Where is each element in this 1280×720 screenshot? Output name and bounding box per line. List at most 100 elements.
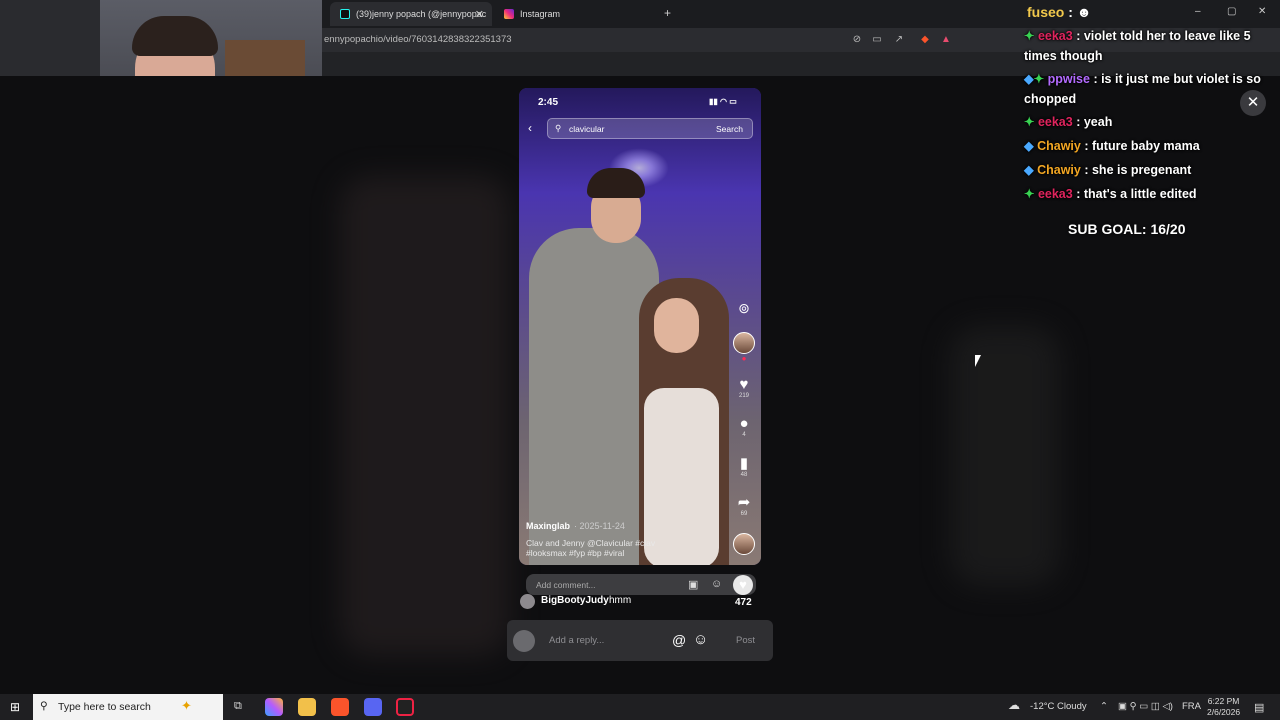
file-explorer-icon[interactable] (298, 698, 316, 716)
clock-date: 2/6/2026 (1207, 707, 1241, 717)
bookmark-icon: ▮ (739, 455, 749, 472)
badge-icon: ✦ (1024, 115, 1038, 129)
image-icon[interactable]: ▣ (688, 578, 698, 591)
chat-user: eeka3 (1037, 115, 1073, 129)
avatar (733, 533, 755, 555)
cast-icon[interactable]: ▭ (870, 33, 884, 47)
clock-time: 6:22 PM (1207, 696, 1240, 706)
chat-text: : yeah (1076, 115, 1113, 129)
taskbar-search-input[interactable]: Type here to search (58, 701, 151, 713)
weather-icon: ☁ (1008, 698, 1020, 712)
clock[interactable]: 6:22 PM 2/6/2026 (1207, 696, 1240, 718)
search-input[interactable]: clavicular (569, 124, 604, 134)
url-text[interactable]: ennypopachio/video/7603142838322351373 (324, 34, 512, 45)
chat-user: eeka3 (1037, 187, 1073, 201)
video-caption: Clav and Jenny @Clavicular #clav #looksm… (526, 538, 656, 558)
tab-tiktok[interactable]: (39)jenny popach (@jennypopac ✕ (330, 2, 492, 26)
heart-icon: ♥ (739, 376, 749, 393)
close-modal-button[interactable]: ✕ (1240, 90, 1266, 116)
copilot-icon[interactable] (265, 698, 283, 716)
search-bar[interactable]: ⚲ clavicular Search (547, 118, 753, 139)
close-tab-icon[interactable]: ✕ (475, 8, 484, 21)
mouse-cursor (975, 355, 981, 367)
reply-input[interactable]: Add a reply... (549, 635, 604, 646)
discord-icon[interactable] (364, 698, 382, 716)
chat-user: ppwise (1047, 72, 1090, 86)
chat-header-user: fuseo (1027, 4, 1065, 20)
search-icon: ⚲ (555, 123, 562, 133)
badge-icon: ✦ (1024, 29, 1038, 43)
share-arrow-icon: ➦ (737, 494, 751, 511)
notification-icon[interactable]: ▤ (1254, 701, 1264, 714)
post-button[interactable]: Post (736, 635, 755, 646)
person-man-hair (587, 168, 645, 198)
chat-text: : she is pregenant (1084, 163, 1192, 177)
nav-icon[interactable]: ⊚ (733, 300, 755, 317)
tray-icons[interactable]: ▣ ⚲ ▭ ◫ ◁) (1118, 701, 1173, 712)
weather-text[interactable]: -12°C Cloudy (1030, 701, 1087, 712)
chat-text: : that's a little edited (1076, 187, 1197, 201)
mute-icon[interactable]: ⊘ (850, 33, 864, 47)
taskbar-search[interactable]: ⚲ Type here to search ✦ (33, 694, 223, 720)
emoji-icon[interactable]: ☺ (711, 578, 722, 590)
chat-message: ✦ eeka3 : yeah (1024, 112, 1274, 132)
like-comment-button[interactable]: ♥ (733, 575, 753, 595)
taskbar: ⊞ ⚲ Type here to search ✦ ⧉ ☁ -12°C Clou… (0, 694, 1280, 720)
windows-start-icon[interactable]: ⊞ (10, 700, 20, 714)
like-count: 219 (738, 393, 749, 399)
reply-box: Add a reply... @ ☺ Post (507, 620, 773, 661)
video-frame (519, 88, 761, 565)
chat-message: ✦ eeka3 : violet told her to leave like … (1024, 26, 1274, 66)
chat-user: Chawiy (1037, 139, 1081, 153)
task-view-icon[interactable]: ⧉ (234, 700, 242, 713)
search-button[interactable]: Search (716, 124, 743, 134)
chat-user: Chawiy (1037, 163, 1081, 177)
avatar (733, 332, 755, 354)
badge-icon: ✦ (1024, 187, 1038, 201)
mention-icon[interactable]: @ (672, 632, 686, 648)
person-woman-face (654, 298, 699, 353)
phone-time: 2:45 (538, 97, 559, 108)
tray-chevron-icon[interactable]: ⌃ (1100, 701, 1108, 712)
chat-message: ✦ eeka3 : that's a little edited (1024, 184, 1274, 204)
sub-goal: SUB GOAL: 16/20 (1068, 221, 1186, 237)
tab-label: Instagram (520, 9, 561, 19)
brave-browser-icon[interactable] (331, 698, 349, 716)
video-username[interactable]: Maxinglab (526, 521, 570, 531)
save-button[interactable]: ▮ 48 (733, 454, 755, 478)
stream-chat: fuseo : ☻ ✦ eeka3 : violet told her to l… (1020, 0, 1280, 250)
comment-count: 4 (742, 432, 746, 438)
badge-icon: ◆ (1024, 72, 1034, 86)
sparkle-icon: ✦ (181, 698, 192, 713)
chat-message: ◆✦ ppwise : is it just me but violet is … (1024, 72, 1261, 106)
instagram-icon (504, 9, 514, 19)
share-icon[interactable]: ↗ (892, 33, 906, 47)
brave-shield-icon[interactable]: ◆ (918, 33, 932, 47)
emoji-icon[interactable]: ☺ (693, 631, 708, 648)
language-indicator[interactable]: FRA (1182, 701, 1201, 712)
rewards-icon[interactable]: ▲ (939, 33, 953, 47)
video-date: · 2025-11-24 (574, 521, 625, 531)
avatar[interactable] (520, 594, 535, 609)
back-icon[interactable]: ‹ (528, 121, 532, 135)
comment-button[interactable]: ● 4 (733, 415, 755, 438)
blurred-video-left (340, 176, 510, 656)
comment-input[interactable]: Add comment... (536, 580, 596, 590)
sound-avatar[interactable] (733, 533, 755, 555)
chat-header: fuseo : ☻ (1027, 4, 1092, 20)
video-player[interactable]: 2:45 ▮▮ ◠ ▭ ‹ ⚲ clavicular Search ⊚ ● ♥ 2… (519, 88, 761, 565)
obs-icon[interactable] (396, 698, 414, 716)
like-button[interactable]: ♥ 219 (733, 376, 755, 399)
video-author[interactable]: Maxinglab · 2025-11-24 (526, 521, 625, 531)
badge-icon: ◆ (1024, 163, 1038, 177)
add-comment-bar[interactable]: Add comment... ▣ ☺ (526, 574, 756, 595)
creator-avatar[interactable]: ● (733, 332, 755, 363)
tab-instagram[interactable]: Instagram (494, 2, 654, 26)
comment-user[interactable]: BigBootyJudy (541, 595, 609, 606)
chat-user: eeka3 (1037, 29, 1073, 43)
new-tab-button[interactable]: + (664, 6, 671, 20)
share-button[interactable]: ➦ 69 (733, 493, 755, 517)
chat-message: ◆ Chawiy : future baby mama (1024, 136, 1274, 156)
tiktok-icon (340, 9, 350, 19)
comment-icon: ● (739, 415, 749, 432)
